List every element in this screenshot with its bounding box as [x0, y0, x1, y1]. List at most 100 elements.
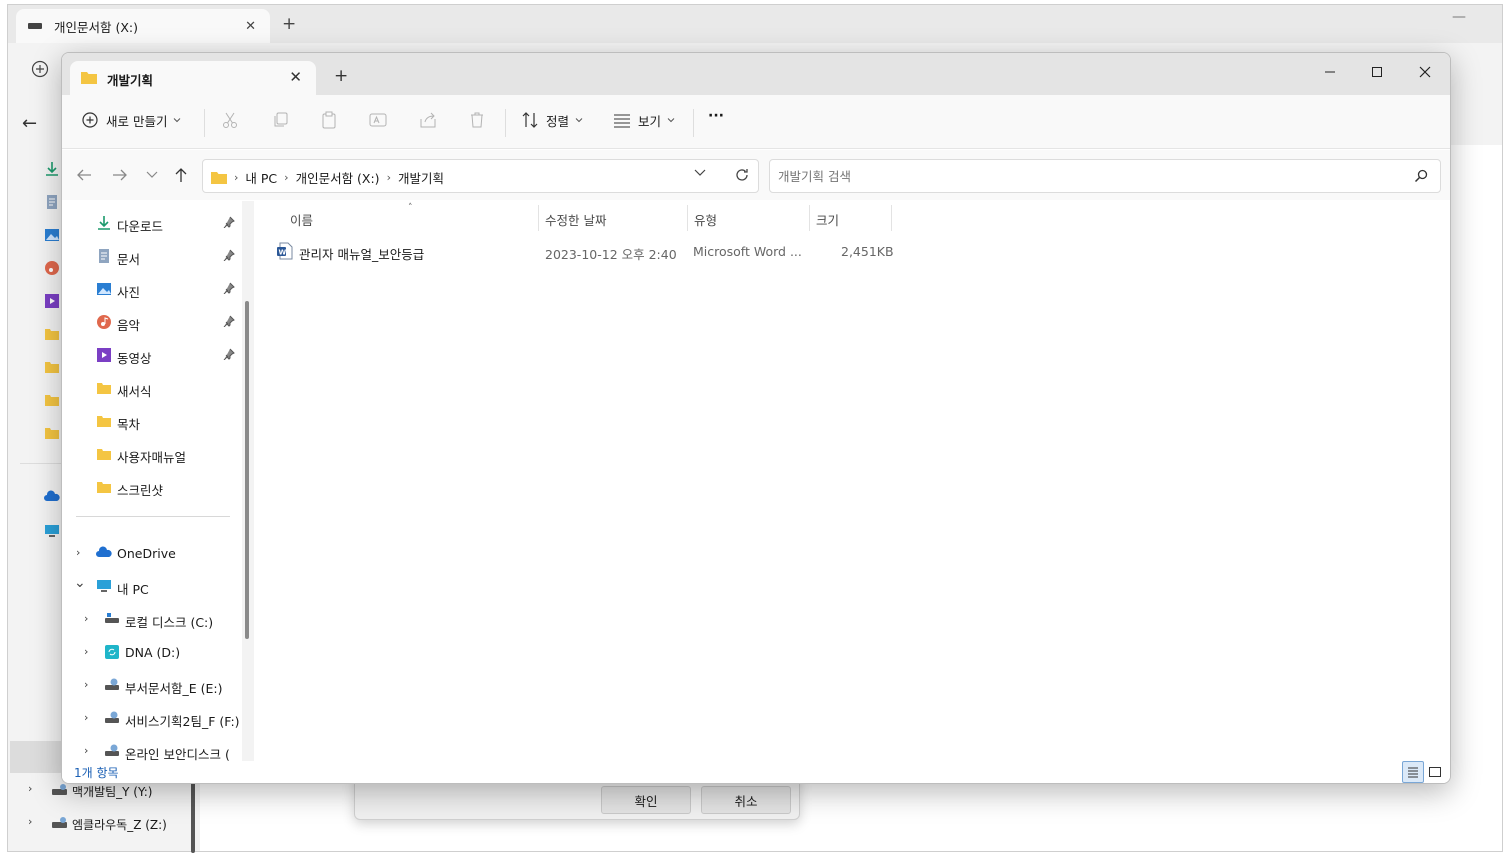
toolbar-divider: [505, 109, 506, 137]
maximize-button[interactable]: [1354, 57, 1400, 87]
nav-item-screenshots[interactable]: 스크린샷: [62, 472, 242, 502]
back-arrow-icon[interactable]: [76, 168, 92, 182]
new-button-label: 새로 만들기: [106, 113, 168, 129]
share-button[interactable]: [418, 110, 438, 130]
minimize-button[interactable]: [1307, 57, 1353, 87]
background-tab-close-icon[interactable]: ✕: [245, 19, 256, 34]
chevron-right-icon[interactable]: ›: [28, 815, 32, 828]
pin-icon[interactable]: [223, 249, 235, 261]
nav-item-new-template[interactable]: 새서식: [62, 373, 242, 403]
pin-icon[interactable]: [223, 348, 235, 360]
nav-item-d-drive[interactable]: › DNA (D:): [62, 637, 242, 667]
delete-button[interactable]: [467, 110, 487, 130]
network-drive-icon: [52, 817, 67, 828]
video-icon: [97, 348, 111, 362]
refresh-icon[interactable]: [734, 167, 750, 183]
chevron-right-icon[interactable]: ›: [84, 612, 88, 625]
breadcrumb-separator: ›: [284, 171, 289, 184]
more-options-button[interactable]: ···: [708, 108, 724, 124]
copy-button[interactable]: [270, 110, 290, 130]
address-dropdown-icon[interactable]: [694, 169, 706, 177]
breadcrumb-x-drive[interactable]: 개인문서함 (X:): [296, 168, 380, 187]
network-drive-icon: [105, 744, 119, 756]
nav-item-onedrive[interactable]: › OneDrive: [62, 538, 242, 568]
nav-item-f-drive[interactable]: › 서비스기획2팀_F (F:): [62, 703, 242, 733]
nav-item-label: 다운로드: [117, 219, 164, 234]
recent-locations-icon[interactable]: [146, 171, 158, 179]
view-button-label: 보기: [638, 113, 662, 129]
forward-arrow-icon[interactable]: [112, 168, 128, 182]
up-arrow-icon[interactable]: [174, 167, 188, 183]
music-icon: [97, 315, 111, 329]
breadcrumb-current-folder[interactable]: 개발기획: [398, 168, 444, 187]
rename-button[interactable]: [368, 110, 388, 130]
background-new-tab-button[interactable]: +: [282, 14, 296, 34]
breadcrumb-my-pc[interactable]: 내 PC: [245, 168, 277, 187]
pin-icon[interactable]: [223, 282, 235, 294]
computer-icon: [45, 525, 59, 537]
ok-button[interactable]: 확인: [601, 786, 691, 814]
background-minimize-button[interactable]: —: [1452, 9, 1466, 25]
chevron-right-icon[interactable]: ›: [76, 546, 80, 559]
search-box[interactable]: [769, 159, 1441, 193]
chevron-right-icon[interactable]: ›: [84, 744, 88, 757]
chevron-right-icon[interactable]: ›: [84, 645, 88, 658]
new-tab-button[interactable]: +: [334, 66, 348, 86]
sort-button[interactable]: 정렬: [520, 110, 584, 130]
paste-button[interactable]: [319, 110, 339, 130]
nav-item-my-pc[interactable]: ⌄ 내 PC: [62, 571, 242, 601]
folder-icon: [45, 428, 59, 439]
column-header-modified[interactable]: 수정한 날짜: [545, 210, 606, 229]
nav-item-label: 내 PC: [117, 582, 149, 597]
new-icon[interactable]: [28, 57, 52, 81]
cut-button[interactable]: [220, 110, 240, 130]
nav-item-contents[interactable]: 목차: [62, 406, 242, 436]
column-divider[interactable]: [891, 205, 892, 231]
pin-icon[interactable]: [223, 315, 235, 327]
drive-icon: [105, 613, 119, 623]
column-divider[interactable]: [687, 205, 688, 231]
table-row[interactable]: W 관리자 매뉴얼_보안등급 2023-10-12 오후 2:40 Micros…: [272, 239, 894, 265]
background-tab[interactable]: 개인문서함 (X:) ✕: [16, 9, 270, 43]
search-icon[interactable]: [1414, 169, 1428, 183]
cancel-button[interactable]: 취소: [701, 786, 791, 814]
pin-icon[interactable]: [223, 216, 235, 228]
column-divider[interactable]: [538, 205, 539, 231]
nav-item-label: DNA (D:): [125, 645, 181, 660]
file-name[interactable]: 관리자 매뉴얼_보안등급: [299, 244, 424, 263]
nav-item-label: 동영상: [117, 351, 152, 366]
background-back-button[interactable]: ←: [22, 113, 37, 134]
nav-item-music[interactable]: 음악: [62, 307, 242, 337]
chevron-right-icon[interactable]: ›: [84, 711, 88, 724]
nav-item-c-drive[interactable]: › 로컬 디스크 (C:): [62, 604, 242, 634]
chevron-down-icon[interactable]: ⌄: [74, 575, 86, 591]
view-button[interactable]: 보기: [612, 110, 676, 130]
background-scrollbar[interactable]: [191, 775, 195, 853]
nav-item-videos[interactable]: 동영상: [62, 340, 242, 370]
nav-item-e-drive[interactable]: › 부서문서함_E (E:): [62, 670, 242, 700]
column-divider[interactable]: [809, 205, 810, 231]
chevron-right-icon[interactable]: ›: [84, 678, 88, 691]
nav-item-label: 사용자매뉴얼: [117, 450, 187, 465]
column-header-name[interactable]: 이름: [290, 210, 313, 229]
column-header-size[interactable]: 크기: [816, 210, 839, 229]
nav-item-label: OneDrive: [117, 546, 176, 561]
nav-item-downloads[interactable]: 다운로드: [62, 208, 242, 238]
nav-divider: [76, 516, 230, 517]
new-button[interactable]: 새로 만들기: [80, 110, 182, 130]
close-button[interactable]: [1402, 57, 1448, 87]
tiles-view-button[interactable]: [1426, 763, 1444, 781]
tab-close-icon[interactable]: ✕: [289, 68, 302, 86]
nav-item-user-manual[interactable]: 사용자매뉴얼: [62, 439, 242, 469]
tab-current-folder[interactable]: 개발기획 ✕: [70, 61, 316, 95]
nav-item-pictures[interactable]: 사진: [62, 274, 242, 304]
search-input[interactable]: [778, 167, 1378, 185]
new-icon: [82, 112, 98, 128]
chevron-right-icon[interactable]: ›: [28, 782, 32, 795]
tree-item-z-drive[interactable]: › 엠클라우독_Z (Z:): [8, 808, 194, 838]
nav-item-documents[interactable]: 문서: [62, 241, 242, 271]
column-header-type[interactable]: 유형: [694, 210, 717, 229]
nav-scrollbar-thumb[interactable]: [245, 301, 249, 639]
address-bar[interactable]: › 내 PC › 개인문서함 (X:) › 개발기획: [202, 159, 759, 193]
details-view-button[interactable]: [1402, 761, 1424, 783]
